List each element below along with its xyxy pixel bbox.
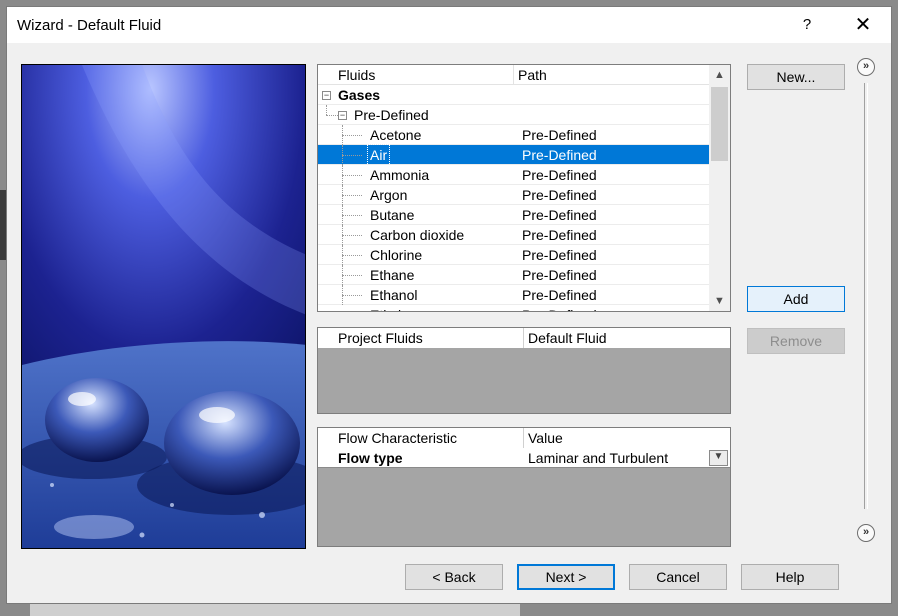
tree-line [342, 175, 362, 176]
fluid-name: Butane [370, 207, 415, 223]
fluid-name: Ammonia [370, 167, 430, 183]
flow-header: Flow Characteristic Value [318, 428, 730, 468]
fluid-name: Carbon dioxide [370, 227, 465, 243]
help-icon[interactable]: ? [787, 7, 827, 43]
add-fluid-button[interactable]: Add [747, 286, 845, 312]
fluid-path: Pre-Defined [522, 227, 597, 243]
fluid-name: Air [366, 144, 391, 166]
title-bar: Wizard - Default Fluid ? ✕ [7, 7, 891, 43]
tree-line [342, 255, 362, 256]
project-fluids-table[interactable]: Project Fluids Default Fluid [317, 327, 731, 414]
column-header-project-fluids[interactable]: Project Fluids [338, 328, 423, 348]
project-fluids-header: Project Fluids Default Fluid [318, 328, 730, 348]
tree-line [342, 135, 362, 136]
window-title: Wizard - Default Fluid [17, 17, 162, 34]
back-button[interactable]: < Back [405, 564, 503, 590]
tree-line [342, 275, 362, 276]
expand-panel-bottom-icon[interactable]: » [857, 524, 875, 542]
scroll-up-icon[interactable]: ▲ [709, 65, 730, 85]
dropdown-arrow-icon[interactable]: ▼ [709, 450, 728, 466]
tree-row-predefined[interactable]: − Pre-Defined [318, 105, 709, 125]
wizard-dialog: Wizard - Default Fluid ? ✕ Fluids Path −… [6, 6, 892, 604]
column-header-value[interactable]: Value [528, 428, 563, 448]
fluid-name: Ethanol [370, 287, 418, 303]
flow-type-value[interactable]: Laminar and Turbulent [528, 448, 668, 468]
new-fluid-button[interactable]: New... [747, 64, 845, 90]
wizard-illustration [21, 64, 306, 549]
tree-line [342, 155, 362, 156]
fluid-path: Pre-Defined [522, 247, 597, 263]
tree-row-fluid[interactable]: Argon Pre-Defined [318, 185, 709, 205]
tree-row-gases[interactable]: − Gases [318, 85, 709, 105]
help-button[interactable]: Help [741, 564, 839, 590]
fluids-tree[interactable]: Fluids Path − Gases − Pre-Defined Aceton… [317, 64, 731, 312]
fluid-path: Pre-Defined [522, 305, 597, 311]
tree-subgroup-label: Pre-Defined [354, 107, 429, 123]
tree-line [326, 105, 327, 115]
tree-line [342, 295, 362, 296]
tree-group-label: Gases [338, 87, 381, 103]
tree-row-fluid[interactable]: Air Pre-Defined [318, 144, 709, 166]
fluid-name: Acetone [370, 127, 422, 143]
column-header-default-fluid[interactable]: Default Fluid [528, 328, 607, 348]
tree-row-fluid[interactable]: Butane Pre-Defined [318, 205, 709, 225]
collapse-icon[interactable]: − [338, 111, 347, 120]
fluid-name: Ethane [370, 267, 415, 283]
expand-panel-top-icon[interactable]: » [857, 58, 875, 76]
tree-line [342, 195, 362, 196]
tree-row-fluid[interactable]: Ethanol Pre-Defined [318, 285, 709, 305]
fluid-path: Pre-Defined [522, 187, 597, 203]
fluid-path: Pre-Defined [522, 147, 597, 163]
tree-row-fluid-partial[interactable]: Ethyl... Pre-Defined [318, 305, 709, 311]
tree-row-fluid[interactable]: Chlorine Pre-Defined [318, 245, 709, 265]
fluid-name: Ethyl... [370, 305, 413, 311]
column-header-flow-characteristic[interactable]: Flow Characteristic [338, 428, 457, 448]
vertical-scrollbar[interactable]: ▲ ▼ [709, 65, 730, 311]
scroll-down-icon[interactable]: ▼ [709, 291, 730, 311]
panel-splitter[interactable] [864, 83, 868, 509]
fluid-path: Pre-Defined [522, 267, 597, 283]
column-header-fluids[interactable]: Fluids [338, 65, 375, 85]
column-header-path[interactable]: Path [518, 65, 547, 85]
scroll-thumb[interactable] [711, 87, 728, 161]
background-window-edge-bottom [30, 604, 520, 616]
tree-row-fluid[interactable]: Ammonia Pre-Defined [318, 165, 709, 185]
fluid-path: Pre-Defined [522, 207, 597, 223]
cancel-button[interactable]: Cancel [629, 564, 727, 590]
collapse-icon[interactable]: − [322, 91, 331, 100]
fluid-name: Chlorine [370, 247, 423, 263]
fluid-path: Pre-Defined [522, 167, 597, 183]
flow-characteristics-table[interactable]: Flow Characteristic Value Flow type Lami… [317, 427, 731, 547]
flow-type-row[interactable]: Flow type Laminar and Turbulent ▼ [318, 448, 730, 468]
flow-type-label: Flow type [338, 450, 403, 466]
tree-line [342, 215, 362, 216]
fluid-path: Pre-Defined [522, 127, 597, 143]
fluid-path: Pre-Defined [522, 287, 597, 303]
tree-line [342, 235, 362, 236]
remove-fluid-button[interactable]: Remove [747, 328, 845, 354]
tree-row-fluid[interactable]: Carbon dioxide Pre-Defined [318, 225, 709, 245]
tree-row-fluid[interactable]: Acetone Pre-Defined [318, 125, 709, 145]
fluid-name: Argon [370, 187, 408, 203]
tree-row-fluid[interactable]: Ethane Pre-Defined [318, 265, 709, 285]
tree-line [326, 115, 338, 116]
column-divider [523, 328, 524, 348]
close-icon[interactable]: ✕ [841, 7, 885, 43]
next-button[interactable]: Next > [517, 564, 615, 590]
